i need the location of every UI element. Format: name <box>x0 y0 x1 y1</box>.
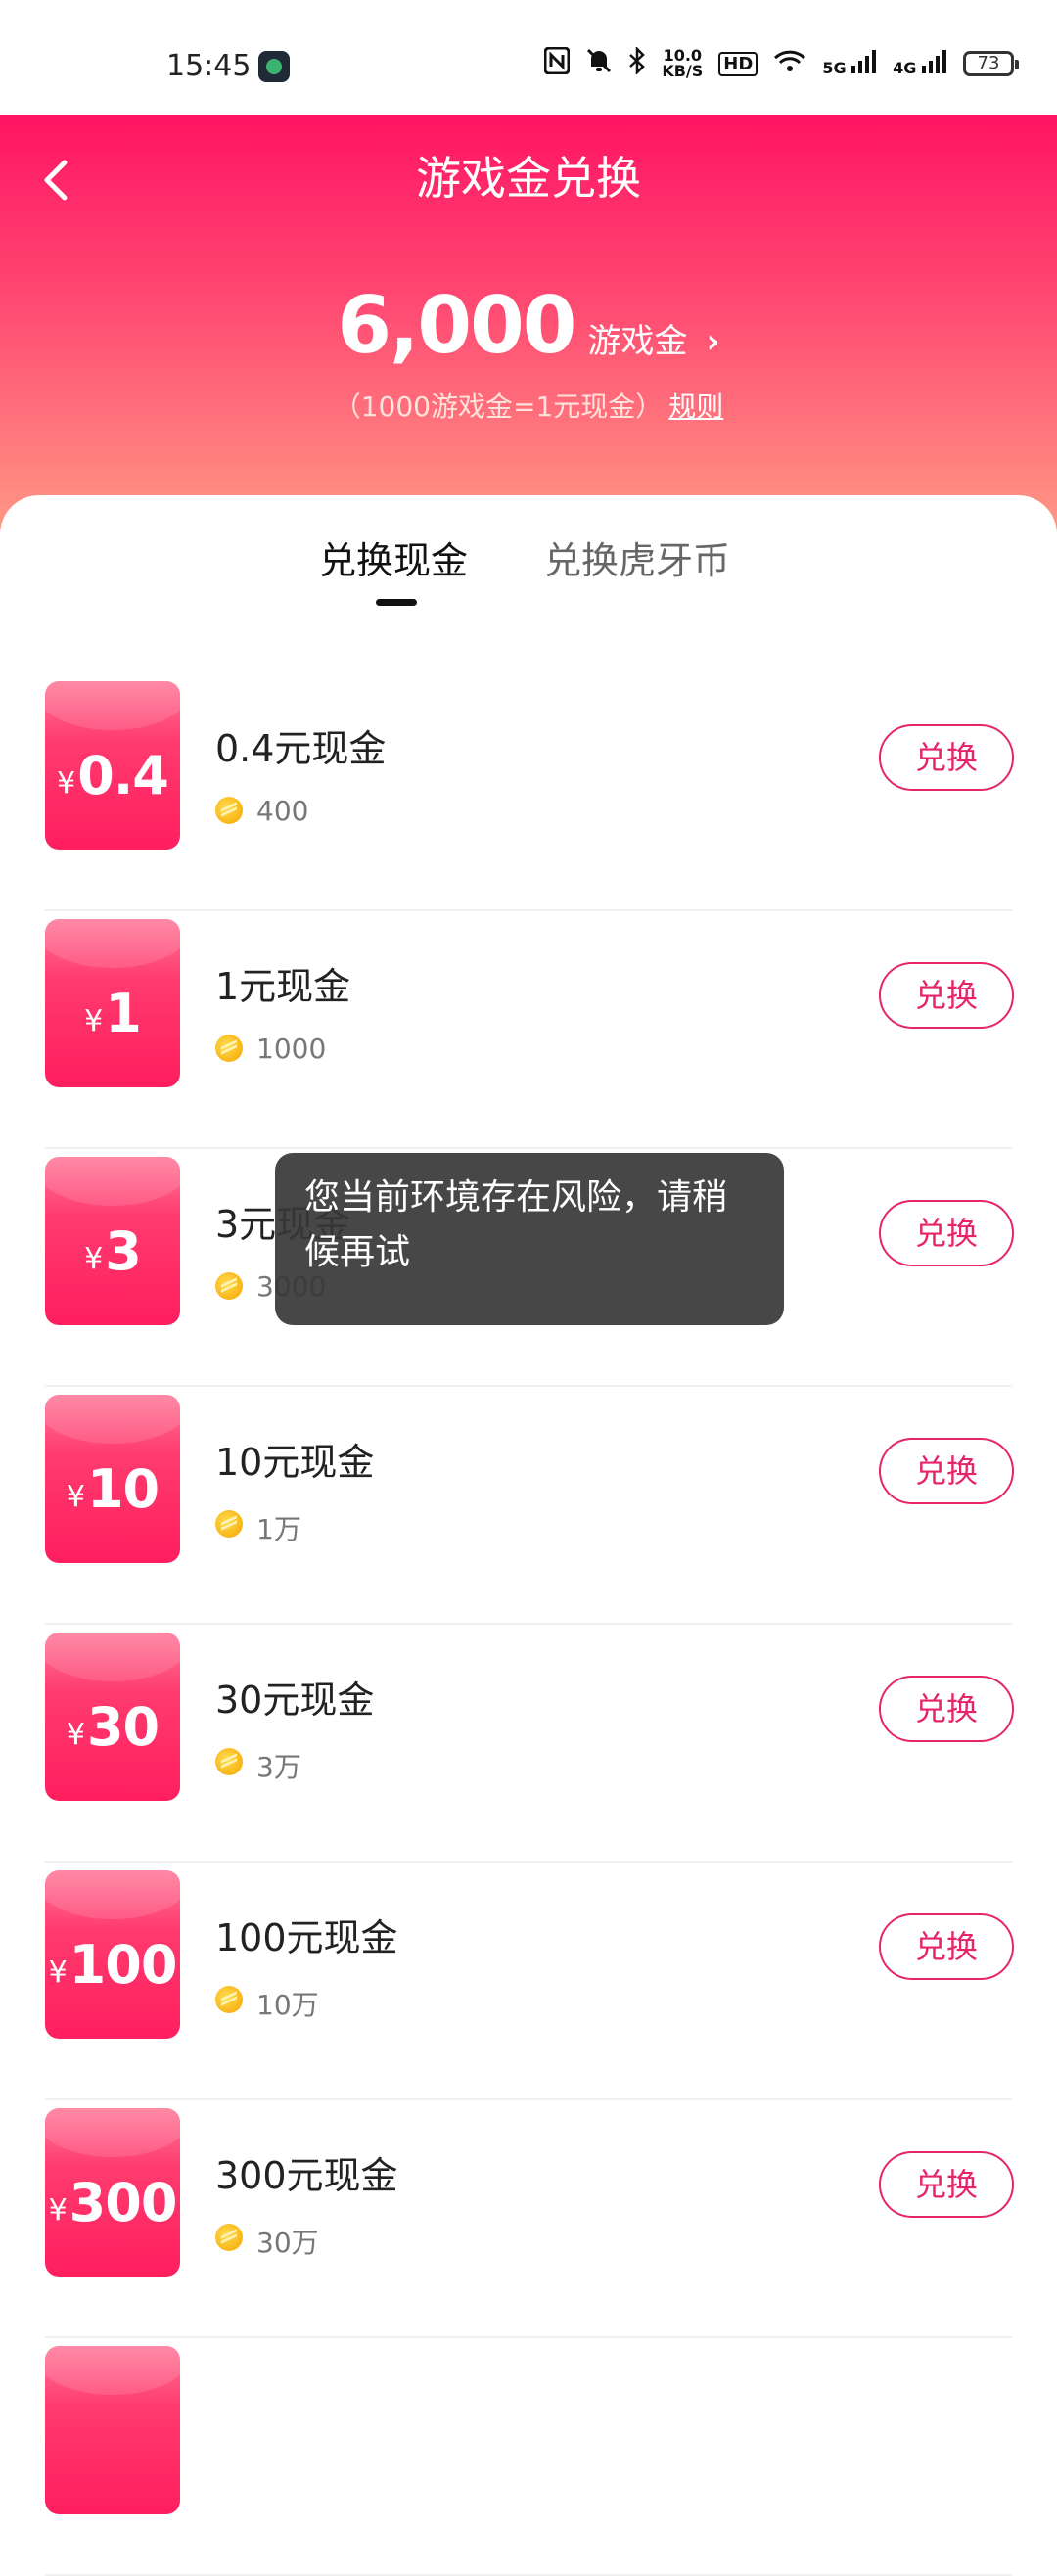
tile-value: 30 <box>86 1696 160 1758</box>
coin-icon <box>215 1272 243 1300</box>
exchange-card: 兑换现金 兑换虎牙币 ¥0.4 0.4元现金 400 兑换 ¥1 1元现金 10… <box>0 495 1057 2576</box>
list-item: ¥0.4 0.4元现金 400 兑换 <box>0 673 1057 911</box>
list-item: ¥10 10元现金 1万 兑换 <box>0 1387 1057 1625</box>
exchange-button[interactable]: 兑换 <box>879 962 1014 1029</box>
list-item: ¥300 300元现金 30万 兑换 <box>0 2100 1057 2338</box>
mute-icon <box>585 47 613 80</box>
cash-tile: ¥30 <box>45 1633 180 1801</box>
exchange-button[interactable]: 兑换 <box>879 1676 1014 1742</box>
exchange-button[interactable]: 兑换 <box>879 2151 1014 2218</box>
net-5g-label: 5G <box>822 59 847 77</box>
tile-value: 1 <box>105 983 142 1044</box>
item-name: 1元现金 <box>215 965 351 1008</box>
coin-icon <box>215 1986 243 2013</box>
coin-icon <box>215 1748 243 1775</box>
cash-tile: ¥0.4 <box>45 681 180 850</box>
coin-icon <box>215 1510 243 1538</box>
exchange-button[interactable]: 兑换 <box>879 1200 1014 1266</box>
cash-tile: ¥10 <box>45 1395 180 1563</box>
tab-bar: 兑换现金 兑换虎牙币 <box>0 530 1057 609</box>
item-cost: 30万 <box>256 2227 319 2259</box>
item-cost: 10万 <box>256 1989 319 2021</box>
list-item: ¥30 30元现金 3万 兑换 <box>0 1625 1057 1863</box>
cash-tile: ¥1 <box>45 919 180 1087</box>
exchange-button[interactable]: 兑换 <box>879 1913 1014 1980</box>
status-icons: 10.0 KB/S HD 5G 4G 73 <box>543 45 1019 80</box>
balance-amount: 6,000 <box>337 280 576 371</box>
cash-tile: ¥3 <box>45 1157 180 1325</box>
balance-unit: 游戏金 <box>587 322 688 361</box>
list-item: ¥1 1元现金 1000 兑换 <box>0 911 1057 1149</box>
tile-value: 300 <box>69 2172 178 2233</box>
app-notification-icon <box>258 51 290 82</box>
item-cost: 3万 <box>256 1751 301 1783</box>
item-name: 300元现金 <box>215 2154 398 2197</box>
hd-badge: HD <box>718 51 758 76</box>
item-cost: 1000 <box>256 1033 327 1065</box>
page-title: 游戏金兑换 <box>416 152 641 205</box>
status-time: 15:45 <box>166 49 252 83</box>
yen-symbol: ¥ <box>48 2193 68 2228</box>
network-speed: 10.0 KB/S <box>662 48 703 79</box>
item-cost: 400 <box>256 795 309 827</box>
exchange-button[interactable]: 兑换 <box>879 1438 1014 1504</box>
tile-value: 10 <box>86 1458 160 1520</box>
coin-icon <box>215 797 243 824</box>
cash-tile: ¥100 <box>45 1870 180 2039</box>
item-cost: 1万 <box>256 1513 301 1545</box>
item-name: 10元现金 <box>215 1441 375 1484</box>
item-name: 100元现金 <box>215 1916 398 1959</box>
coin-icon <box>215 2224 243 2251</box>
tab-exchange-huya-coin[interactable]: 兑换虎牙币 <box>544 530 730 584</box>
battery-icon: 73 <box>963 51 1019 76</box>
yen-symbol: ¥ <box>66 1480 85 1514</box>
yen-symbol: ¥ <box>84 1004 104 1038</box>
exchange-list: ¥0.4 0.4元现金 400 兑换 ¥1 1元现金 1000 兑换 ¥3 3元… <box>0 673 1057 2576</box>
nfc-icon <box>543 46 571 80</box>
tile-value: 100 <box>69 1934 178 1996</box>
chevron-right-icon: › <box>706 322 720 361</box>
tile-value: 0.4 <box>77 745 169 806</box>
speed-unit: KB/S <box>662 62 704 80</box>
item-name: 30元现金 <box>215 1679 375 1722</box>
item-name: 0.4元现金 <box>215 727 387 770</box>
net-4g-label: 4G <box>893 59 917 77</box>
tab-exchange-cash[interactable]: 兑换现金 <box>319 530 468 584</box>
yen-symbol: ¥ <box>57 766 76 801</box>
tile-value: 3 <box>105 1220 142 1282</box>
list-item: ¥100 100元现金 10万 兑换 <box>0 1863 1057 2100</box>
toast-message: 您当前环境存在风险，请稍候再试 <box>275 1153 784 1325</box>
exchange-rate: （1000游戏金=1元现金） 规则 <box>0 386 1057 425</box>
signal-5g-icon: 5G <box>822 50 877 77</box>
cash-tile: ¥300 <box>45 2108 180 2277</box>
signal-4g-icon: 4G <box>893 50 947 77</box>
header-banner: 游戏金兑换 6,000 游戏金 › （1000游戏金=1元现金） 规则 <box>0 115 1057 536</box>
yen-symbol: ¥ <box>66 1718 85 1752</box>
wifi-icon <box>773 48 806 79</box>
yen-symbol: ¥ <box>48 1955 68 1990</box>
yen-symbol: ¥ <box>84 1242 104 1276</box>
bluetooth-icon <box>628 45 646 80</box>
tab-active-indicator <box>376 599 417 606</box>
status-bar: 15:45 10.0 KB/S HD 5G 4G 73 <box>0 0 1057 115</box>
exchange-button[interactable]: 兑换 <box>879 724 1014 791</box>
exchange-rate-text: （1000游戏金=1元现金） <box>333 391 664 423</box>
coin-icon <box>215 1035 243 1062</box>
list-item-partial <box>0 2338 1057 2576</box>
cash-tile <box>45 2346 180 2514</box>
rules-link[interactable]: 规则 <box>668 391 723 423</box>
balance-link[interactable]: 6,000 游戏金 › <box>0 280 1057 371</box>
